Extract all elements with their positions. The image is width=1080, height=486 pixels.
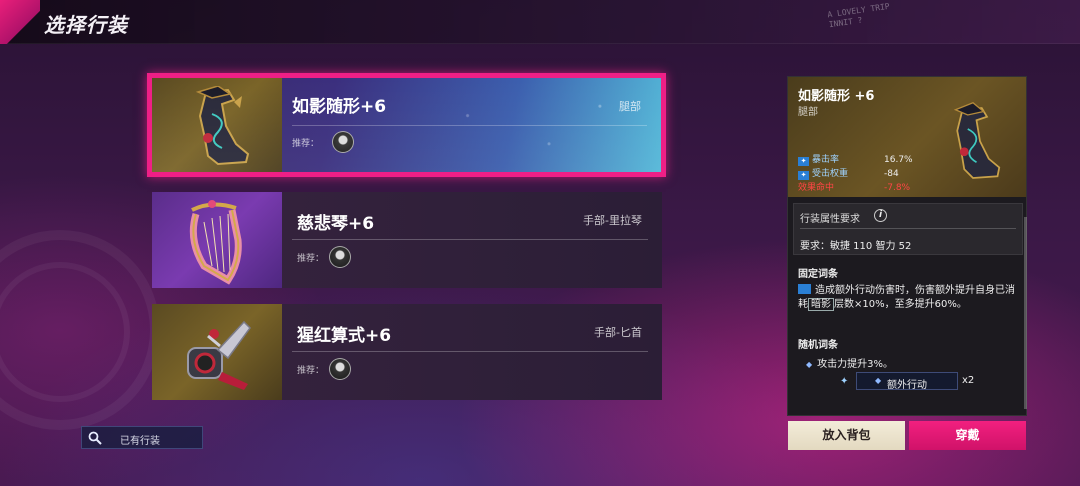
requirement-box: 行装属性要求 i 要求：敏捷 110 智力 52 (793, 203, 1023, 255)
detail-panel: 如影随形 +6 腿部 ✦ 暴击率 16.7% ✦ 受击权重 -84 效果命中 -7.… (787, 76, 1027, 416)
fixed-affix-text: 造成额外行动伤害时，伤害额外提升自身已消耗 暗影 层数×10%，至多提升60%。 (798, 284, 1015, 311)
equip-button[interactable]: 穿戴 (909, 421, 1026, 450)
item-name: 猩红算式+6 (297, 326, 392, 346)
card-divider (292, 351, 648, 352)
random-affix-2-multiplier: x2 (962, 375, 975, 386)
item-thumb (152, 304, 282, 400)
stat-row: 效果命中 -7.8% (798, 183, 911, 193)
item-card-cibeiqin[interactable]: 慈悲琴+6 手部-里拉琴 推荐： (152, 192, 662, 288)
affix-icon (798, 284, 811, 294)
avatar (332, 131, 354, 153)
card-divider (292, 125, 647, 126)
search-label: 已有行装 (120, 436, 160, 447)
sparkle-icon: ✦ (840, 376, 849, 387)
item-slot: 手部-里拉琴 (583, 214, 642, 227)
item-slot: 腿部 (619, 100, 641, 113)
item-card-ruying[interactable]: 如影随形+6 腿部 推荐： (147, 73, 666, 177)
avatar (329, 246, 351, 268)
random-affix-1: ◆ 攻击力提升3%。 (806, 359, 894, 370)
item-name: 慈悲琴+6 (297, 214, 375, 234)
item-thumb (152, 192, 282, 288)
detail-title: 如影随形 +6 (798, 89, 875, 104)
stat-up-icon: ✦ (798, 171, 809, 180)
stat-up-icon: ✦ (798, 157, 809, 166)
item-card-xinghongsuanshi[interactable]: 猩红算式+6 手部-匕首 推荐： (152, 304, 662, 400)
add-to-bag-button[interactable]: 放入背包 (788, 421, 905, 450)
recommend-label: 推荐： (292, 139, 320, 149)
stat-row: ✦ 受击权重 -84 (798, 168, 899, 180)
requirement-divider (800, 228, 1016, 229)
detail-scrollbar[interactable] (1024, 217, 1027, 409)
avatar (329, 358, 351, 380)
random-affix-title: 随机词条 (798, 340, 838, 351)
random-affix-2[interactable]: ◆ 额外行动 (856, 372, 958, 391)
gauntlet-icon (187, 320, 251, 390)
item-thumb (152, 78, 282, 172)
diamond-icon: ◆ (806, 360, 813, 369)
top-bar: 选择行装 A LOVELY TRIP INNIT ? (0, 0, 1080, 44)
item-slot: 手部-匕首 (594, 326, 642, 339)
keyword-shadow[interactable]: 暗影 (808, 298, 834, 311)
requirement-text: 要求：敏捷 110 智力 52 (800, 241, 912, 252)
diamond-icon: ◆ (875, 376, 882, 385)
top-accent (0, 0, 40, 44)
recommend-label: 推荐： (297, 366, 325, 376)
boot-icon (195, 86, 250, 166)
top-scribble: A LOVELY TRIP INNIT ? (826, 1, 891, 30)
page-title: 选择行装 (44, 13, 128, 37)
boot-icon (953, 101, 1001, 179)
requirement-title: 行装属性要求 (800, 214, 860, 225)
detail-header: 如影随形 +6 腿部 ✦ 暴击率 16.7% ✦ 受击权重 -84 效果命中 -7.… (788, 77, 1026, 197)
lyre-icon (189, 200, 242, 285)
info-icon[interactable]: i (874, 209, 887, 222)
owned-items-search[interactable]: 已有行装 (81, 426, 203, 449)
card-divider (292, 239, 648, 240)
stat-row: ✦ 暴击率 16.7% (798, 154, 913, 166)
search-icon (88, 431, 102, 445)
fixed-affix-title: 固定词条 (798, 269, 838, 280)
detail-slot: 腿部 (798, 107, 818, 118)
item-name: 如影随形+6 (292, 97, 387, 117)
recommend-label: 推荐： (297, 254, 325, 264)
